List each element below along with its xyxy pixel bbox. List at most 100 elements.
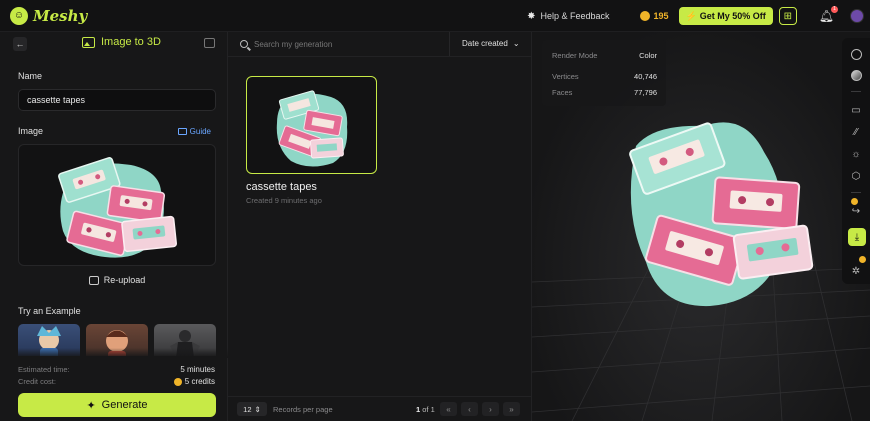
reupload-label: Re-upload: [103, 275, 146, 285]
chevron-right-icon: ›: [489, 404, 492, 414]
rig-button[interactable]: ⬡: [849, 169, 863, 183]
user-avatar[interactable]: [850, 9, 864, 23]
name-input[interactable]: cassette tapes: [18, 89, 216, 111]
per-page-value: 12: [243, 404, 252, 414]
arrow-left-icon: ←: [15, 39, 25, 49]
cassette-image: [58, 157, 177, 258]
credit-cost-label: Credit cost:: [18, 377, 56, 386]
book-icon: [177, 128, 187, 135]
share-button[interactable]: ↪: [849, 204, 863, 218]
sparkle-help-icon: ✸: [527, 10, 536, 22]
sparkle-icon: ✦: [86, 399, 96, 412]
monitor-icon: ▭: [851, 104, 861, 116]
vertices-value: 40,746: [634, 72, 657, 81]
credit-cost-value: 5 credits: [173, 377, 215, 386]
examples-label: Try an Example: [18, 306, 81, 316]
records-per-page-select[interactable]: 12 ⇕: [237, 402, 267, 416]
guide-label: Guide: [189, 127, 211, 136]
guide-link[interactable]: Guide: [177, 127, 211, 136]
coin-icon: [859, 256, 866, 263]
double-chevron-right-icon: »: [509, 404, 514, 414]
left-panel: ← Image to 3D Name cassette tapes Image …: [0, 32, 228, 421]
estimated-time-value: 5 minutes: [180, 365, 215, 374]
pagination-bar: 12 ⇕ Records per page 1 of 1 « ‹ › »: [228, 396, 532, 421]
uploaded-image[interactable]: [18, 144, 216, 266]
double-chevron-left-icon: «: [446, 404, 451, 414]
estimated-time-text: 5 minutes: [180, 365, 215, 374]
last-page-button[interactable]: »: [503, 402, 520, 416]
download-button[interactable]: ⤓: [848, 228, 866, 246]
estimated-time-label: Estimated time:: [18, 365, 70, 374]
faces-label: Faces: [552, 88, 573, 97]
search-icon: [240, 40, 248, 48]
generation-card-title[interactable]: cassette tapes: [246, 181, 317, 193]
generate-button[interactable]: ✦ Generate: [18, 393, 216, 417]
help-feedback-button[interactable]: ✸ Help & Feedback: [527, 11, 609, 22]
download-icon: ⤓: [854, 231, 860, 243]
lighting-button[interactable]: ☼: [849, 147, 863, 161]
brand-logo[interactable]: ☺ Meshy: [10, 6, 88, 25]
faces-value: 77,796: [634, 88, 657, 97]
display-button[interactable]: ▭: [849, 103, 863, 117]
coin-icon: [173, 377, 182, 386]
sphere-outline-icon: [850, 48, 862, 60]
sparkle-chat-icon: ✲: [851, 265, 861, 277]
credits-value: 195: [653, 11, 669, 21]
viewer-toolbar: ▭ ⁄⁄ ☼ ⬡ ↪ ⤓ ✲: [842, 38, 870, 284]
stepper-icon: ⇕: [254, 404, 261, 414]
promo-label: Get My 50% Off: [699, 11, 766, 21]
app-window: ☺ Meshy ✸ Help & Feedback 195 ⚡ Get My 5…: [0, 0, 870, 421]
ai-assist-button[interactable]: ✲: [849, 264, 863, 278]
page-current: 1: [416, 405, 421, 414]
model-viewer[interactable]: Render Mode Color Vertices 40,746 Faces …: [532, 32, 870, 421]
hatch-icon: ⁄⁄: [854, 126, 858, 138]
records-per-page-label: Records per page: [273, 405, 333, 414]
render-mode-label: Render Mode: [552, 51, 598, 60]
gift-button[interactable]: ⊞: [778, 7, 797, 25]
sort-dropdown[interactable]: Date created ⌄: [462, 39, 520, 48]
render-mode-value[interactable]: Color: [639, 51, 657, 60]
share-arrow-icon: ↪: [851, 205, 861, 217]
generations-panel: Search my generation Date created ⌄ cass…: [228, 32, 532, 421]
image-icon: [82, 36, 95, 48]
vertices-label: Vertices: [552, 72, 579, 81]
panel-title: Image to 3D: [82, 36, 161, 48]
search-input[interactable]: Search my generation: [254, 40, 332, 49]
credits-balance[interactable]: 195: [639, 11, 669, 21]
first-page-button[interactable]: «: [440, 402, 457, 416]
toolbar-divider: [851, 192, 861, 193]
model-stats-panel: Render Mode Color Vertices 40,746 Faces …: [542, 40, 666, 106]
wireframe-sphere-button[interactable]: [849, 47, 863, 61]
name-label: Name: [18, 71, 43, 81]
sort-label: Date created: [462, 39, 508, 48]
search-bar[interactable]: Search my generation: [228, 32, 450, 56]
panel-title-text: Image to 3D: [101, 36, 161, 48]
image-label: Image: [18, 126, 44, 136]
divider: [228, 56, 532, 57]
generation-card-thumbnail[interactable]: [246, 76, 377, 174]
prev-page-button[interactable]: ‹: [461, 402, 478, 416]
chevron-left-icon: ‹: [468, 404, 471, 414]
texture-button[interactable]: ⁄⁄: [849, 125, 863, 139]
next-page-button[interactable]: ›: [482, 402, 499, 416]
examples-fade: [0, 348, 228, 358]
cube-icon: ⬡: [851, 170, 861, 182]
coin-icon: [639, 11, 650, 21]
collapse-panel-icon[interactable]: [204, 38, 215, 48]
sun-icon: ☼: [851, 148, 861, 160]
reupload-button[interactable]: Re-upload: [18, 272, 216, 288]
shaded-sphere-button[interactable]: [849, 68, 863, 82]
reupload-icon: [88, 275, 99, 285]
cassette-model-thumb: [276, 90, 348, 167]
notification-badge: 1: [831, 6, 838, 13]
top-bar-actions: ✸ Help & Feedback 195 ⚡ Get My 50% Off ⊞…: [527, 0, 870, 32]
brand-name: Meshy: [33, 6, 88, 25]
page-indicator: 1 of 1: [416, 405, 435, 414]
logo-icon: ☺: [10, 6, 28, 25]
generate-label: Generate: [101, 399, 148, 411]
bolt-icon: ⚡: [685, 10, 697, 21]
promo-button[interactable]: ⚡ Get My 50% Off: [678, 7, 773, 25]
notifications-button[interactable]: 🔔︎ 1: [819, 6, 838, 23]
back-button[interactable]: ←: [13, 37, 27, 51]
credit-cost-text: 5 credits: [184, 377, 215, 386]
